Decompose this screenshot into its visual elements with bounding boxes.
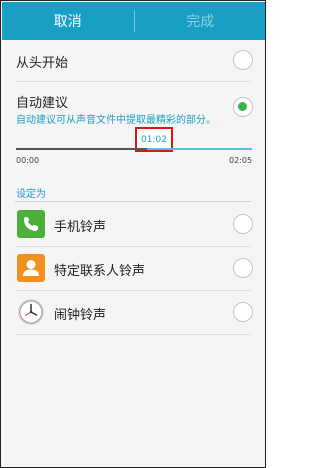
action-bar: 取消 完成 bbox=[2, 2, 266, 40]
section-divider bbox=[15, 201, 251, 202]
phone-icon bbox=[17, 210, 45, 238]
auto-suggest-radio[interactable] bbox=[233, 97, 253, 117]
divider bbox=[15, 246, 251, 247]
from-start-option[interactable]: 从头开始 bbox=[2, 42, 265, 80]
auto-suggest-option[interactable]: 自动建议 自动建议可从声音文件中提取最精彩的部分。 01:02 00:00 02… bbox=[2, 82, 265, 168]
done-button[interactable]: 完成 bbox=[135, 2, 266, 40]
slider-played-track[interactable] bbox=[16, 148, 147, 150]
auto-suggest-description: 自动建议可从声音文件中提取最精彩的部分。 bbox=[16, 115, 216, 126]
alarm-ringtone-label: 闹钟铃声 bbox=[54, 308, 107, 323]
set-as-item-phone-ringtone[interactable]: 手机铃声 bbox=[2, 204, 265, 244]
end-time-label: 02:05 bbox=[229, 156, 253, 165]
contact-ringtone-label: 特定联系人铃声 bbox=[54, 264, 146, 279]
set-as-item-contact-ringtone[interactable]: 特定联系人铃声 bbox=[2, 248, 265, 288]
divider bbox=[15, 290, 251, 291]
from-start-radio[interactable] bbox=[233, 50, 253, 70]
slider-remaining-track[interactable] bbox=[147, 148, 252, 150]
divider bbox=[15, 334, 251, 335]
clock-icon bbox=[17, 298, 45, 326]
contact-icon bbox=[17, 254, 45, 282]
set-as-item-alarm-ringtone[interactable]: 闹钟铃声 bbox=[2, 292, 265, 332]
from-start-label: 从头开始 bbox=[16, 56, 69, 71]
cancel-button[interactable]: 取消 bbox=[2, 2, 134, 40]
contact-ringtone-radio[interactable] bbox=[233, 258, 253, 278]
auto-suggest-label: 自动建议 bbox=[16, 96, 69, 111]
start-time-label: 00:00 bbox=[16, 156, 40, 165]
set-as-header: 设定为 bbox=[16, 189, 46, 200]
screen: 取消 完成 从头开始 自动建议 自动建议可从声音文件中提取最精彩的部分。 01:… bbox=[0, 0, 266, 468]
phone-ringtone-label: 手机铃声 bbox=[54, 220, 107, 235]
phone-ringtone-radio[interactable] bbox=[233, 214, 253, 234]
alarm-ringtone-radio[interactable] bbox=[233, 302, 253, 322]
